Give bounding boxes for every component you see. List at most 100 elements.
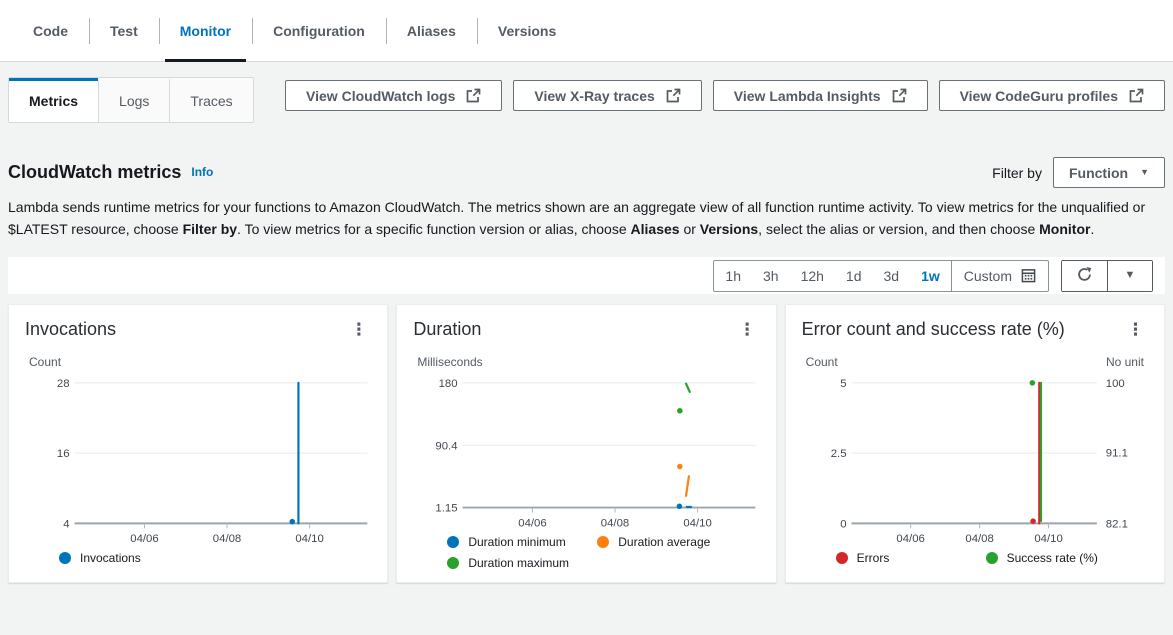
external-link-icon <box>665 88 681 104</box>
chevron-down-icon: ▼ <box>1140 168 1149 177</box>
svg-text:5: 5 <box>840 378 846 390</box>
legend-color-dot <box>59 552 71 564</box>
refresh-options-button[interactable]: ▼ <box>1107 261 1152 291</box>
range-option-1d[interactable]: 1d <box>835 261 873 291</box>
svg-text:04/08: 04/08 <box>965 533 993 545</box>
refresh-button[interactable] <box>1062 261 1107 291</box>
refresh-split-button: ▼ <box>1061 260 1153 292</box>
svg-text:100: 100 <box>1105 378 1124 390</box>
chart-title: Invocations <box>25 319 116 340</box>
svg-text:4: 4 <box>63 518 69 530</box>
chart-card-error-count-and-success-rate: Error count and success rate (%)⋮CountNo… <box>785 304 1165 583</box>
svg-text:16: 16 <box>57 448 70 460</box>
range-option-3d[interactable]: 3d <box>873 261 911 291</box>
button-label: View X-Ray traces <box>534 88 654 104</box>
filter-function-value: Function <box>1069 165 1128 181</box>
svg-text:04/10: 04/10 <box>684 517 712 529</box>
custom-label: Custom <box>964 268 1012 284</box>
info-link[interactable]: Info <box>191 165 213 179</box>
svg-text:0: 0 <box>840 518 846 530</box>
axis-unit-row: Count <box>29 355 367 369</box>
content-area: MetricsLogsTraces View CloudWatch logsVi… <box>0 77 1173 583</box>
tab-monitor[interactable]: Monitor <box>159 0 252 61</box>
range-option-1w[interactable]: 1w <box>910 261 951 291</box>
kebab-menu-icon[interactable]: ⋮ <box>1123 319 1148 340</box>
legend-label: Duration minimum <box>468 535 565 549</box>
legend-item-duration-minimum[interactable]: Duration minimum <box>447 535 597 549</box>
time-toolbar: 1h3h12h1d3d1w Custom ▼ <box>8 257 1165 294</box>
legend-color-dot <box>836 552 848 564</box>
chart-card-invocations: Invocations ⋮ Count 28 16 4 04/06 04/08 04/10 Inv… <box>8 304 388 583</box>
view-codeguru-profiles-button[interactable]: View CodeGuru profiles <box>939 80 1165 111</box>
tab-code[interactable]: Code <box>12 0 89 61</box>
legend-color-dot <box>986 552 998 564</box>
chart-card-header: Duration ⋮ <box>413 319 759 340</box>
chart-title: Error count and success rate (%) <box>802 319 1065 340</box>
view-x-ray-traces-button[interactable]: View X-Ray traces <box>513 80 701 111</box>
main-tabs: CodeTestMonitorConfigurationAliasesVersi… <box>0 0 1173 62</box>
chart-plot-invocations[interactable]: 28 16 4 04/06 04/08 04/10 <box>25 373 371 549</box>
chart-legend: Invocations <box>59 551 371 565</box>
description-text: Lambda sends runtime metrics for your fu… <box>8 197 1165 240</box>
chart-legend: Duration minimum Duration average Duration… <box>447 535 759 570</box>
subtab-logs[interactable]: Logs <box>98 78 169 122</box>
chart-plot-duration[interactable]: 18090.41.1504/0604/0804/10 <box>413 373 759 533</box>
view-cloudwatch-logs-button[interactable]: View CloudWatch logs <box>285 80 502 111</box>
legend-item-invocations[interactable]: Invocations <box>59 551 371 565</box>
range-option-custom[interactable]: Custom <box>951 261 1048 291</box>
external-link-icon <box>891 88 907 104</box>
kebab-menu-icon[interactable]: ⋮ <box>735 319 760 340</box>
tab-aliases[interactable]: Aliases <box>386 0 477 61</box>
view-lambda-insights-button[interactable]: View Lambda Insights <box>713 80 928 111</box>
legend-label: Invocations <box>80 551 141 565</box>
page-title: CloudWatch metrics Info <box>8 162 213 183</box>
button-label: View Lambda Insights <box>734 88 881 104</box>
heading-row: CloudWatch metrics Info Filter by Functio… <box>8 157 1165 188</box>
range-option-12h[interactable]: 12h <box>790 261 835 291</box>
subtab-traces[interactable]: Traces <box>169 78 252 122</box>
external-link-icon <box>465 88 481 104</box>
axis-unit-row: Milliseconds <box>417 355 755 369</box>
chart-title: Duration <box>413 319 481 340</box>
svg-text:04/06: 04/06 <box>130 533 158 545</box>
charts-row: Invocations ⋮ Count 28 16 4 04/06 04/08 04/10 Inv… <box>8 304 1165 583</box>
tab-configuration[interactable]: Configuration <box>252 0 386 61</box>
legend-color-dot <box>447 557 459 569</box>
kebab-menu-icon[interactable]: ⋮ <box>346 319 371 340</box>
filter-function-dropdown[interactable]: Function ▼ <box>1053 157 1165 188</box>
svg-text:04/08: 04/08 <box>213 533 241 545</box>
button-label: View CloudWatch logs <box>306 88 455 104</box>
tab-versions[interactable]: Versions <box>477 0 577 61</box>
svg-text:28: 28 <box>57 378 70 390</box>
lambda-monitor-screen: CodeTestMonitorConfigurationAliasesVersi… <box>0 0 1173 635</box>
page-title-text: CloudWatch metrics <box>8 162 181 182</box>
legend-label: Duration average <box>618 535 710 549</box>
svg-text:90.4: 90.4 <box>436 440 458 452</box>
svg-text:180: 180 <box>439 378 458 390</box>
legend-item-duration-maximum[interactable]: Duration maximum <box>447 556 597 570</box>
legend-color-dot <box>447 536 459 548</box>
filter-by-group: Filter by Function ▼ <box>992 157 1165 188</box>
tab-test[interactable]: Test <box>89 0 159 61</box>
svg-text:2.5: 2.5 <box>830 448 846 460</box>
legend-item-success-rate[interactable]: Success rate (%) <box>986 551 1136 565</box>
legend-item-errors[interactable]: Errors <box>836 551 986 565</box>
chart-plot-error-count-and-success-rate[interactable]: 52.5010091.182.104/0604/0804/10 <box>802 373 1148 549</box>
legend-item-duration-average[interactable]: Duration average <box>597 535 747 549</box>
time-range-selector: 1h3h12h1d3d1w Custom <box>713 260 1049 292</box>
svg-text:04/08: 04/08 <box>601 517 629 529</box>
action-buttons: View CloudWatch logs View X-Ray traces Vie… <box>285 80 1165 111</box>
legend-label: Duration maximum <box>468 556 569 570</box>
range-option-1h[interactable]: 1h <box>714 261 752 291</box>
calendar-icon <box>1021 268 1036 283</box>
range-option-3h[interactable]: 3h <box>752 261 790 291</box>
svg-text:91.1: 91.1 <box>1105 448 1127 460</box>
svg-text:04/10: 04/10 <box>1034 533 1062 545</box>
svg-text:04/06: 04/06 <box>896 533 924 545</box>
left-axis-unit: Count <box>29 355 61 369</box>
subtab-row: MetricsLogsTraces View CloudWatch logsVi… <box>8 77 1165 123</box>
svg-text:04/10: 04/10 <box>295 533 323 545</box>
legend-label: Errors <box>857 551 890 565</box>
chart-card-duration: Duration⋮Milliseconds18090.41.1504/0604/… <box>396 304 776 583</box>
subtab-metrics[interactable]: Metrics <box>9 78 98 122</box>
